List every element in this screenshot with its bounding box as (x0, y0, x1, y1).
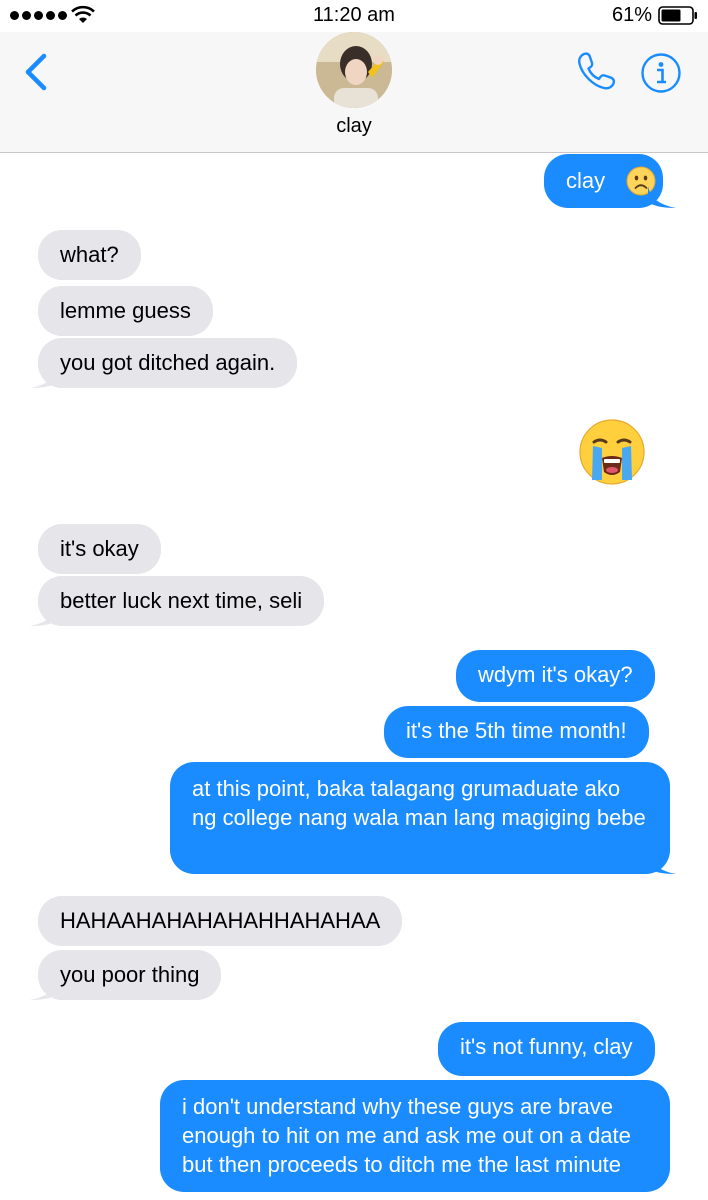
message-text: you got ditched again. (60, 350, 276, 375)
message-text: it's okay (60, 536, 139, 561)
message-text: i don't understand why these guys are br… (182, 1094, 631, 1177)
bubble-tail (648, 852, 676, 874)
battery-percentage: 61% (612, 4, 653, 26)
bubble-tail (30, 366, 58, 388)
message-bubble-outgoing[interactable]: it's the 5th time month! (384, 706, 649, 758)
phone-icon[interactable] (575, 50, 617, 92)
emoji-message[interactable]: 😭 (560, 410, 660, 500)
info-icon[interactable] (640, 52, 682, 94)
message-text: it's the 5th time month! (406, 718, 627, 743)
message-text: it's not funny, clay (460, 1034, 633, 1059)
message-bubble-incoming[interactable]: what? (38, 230, 141, 280)
message-text: you poor thing (60, 962, 200, 987)
message-bubble-incoming[interactable]: better luck next time, seli (38, 576, 325, 626)
message-bubble-outgoing[interactable]: at this point, baka talagang grumaduate … (170, 762, 670, 874)
bubble-tail (648, 186, 676, 208)
bubble-tail (30, 978, 58, 1000)
message-text: at this point, baka talagang grumaduate … (192, 776, 646, 830)
loudly-crying-face-emoji (579, 419, 645, 485)
contact-avatar[interactable] (316, 32, 392, 108)
message-text: better luck next time, seli (60, 588, 303, 613)
status-bar: 11:20 am 61% (0, 0, 708, 32)
message-bubble-incoming[interactable]: you poor thing (38, 950, 222, 1000)
bubble-tail (30, 604, 58, 626)
message-bubble-outgoing[interactable]: clay (544, 154, 664, 208)
message-bubble-incoming[interactable]: HAHAAHAHAHAHAHHAHAHAA (38, 896, 403, 946)
message-text: lemme guess (60, 298, 191, 323)
contact-name[interactable]: clay (0, 115, 708, 138)
status-time: 11:20 am (313, 4, 395, 26)
battery-icon (658, 6, 697, 25)
back-chevron-icon[interactable] (22, 52, 52, 92)
message-text: what? (60, 242, 119, 267)
message-bubble-incoming[interactable]: lemme guess (38, 286, 213, 336)
message-bubble-outgoing[interactable]: wdym it's okay? (456, 650, 655, 702)
message-text: HAHAAHAHAHAHAHHAHAHAA (60, 908, 381, 933)
conversation-header: clay (0, 32, 708, 153)
message-bubble-outgoing[interactable]: it's not funny, clay (438, 1022, 655, 1076)
message-bubble-outgoing[interactable]: i don't understand why these guys are br… (160, 1080, 670, 1192)
message-bubble-incoming[interactable]: you got ditched again. (38, 338, 298, 388)
message-text: wdym it's okay? (478, 662, 633, 687)
message-bubble-incoming[interactable]: it's okay (38, 524, 161, 574)
message-text: clay (566, 168, 606, 193)
